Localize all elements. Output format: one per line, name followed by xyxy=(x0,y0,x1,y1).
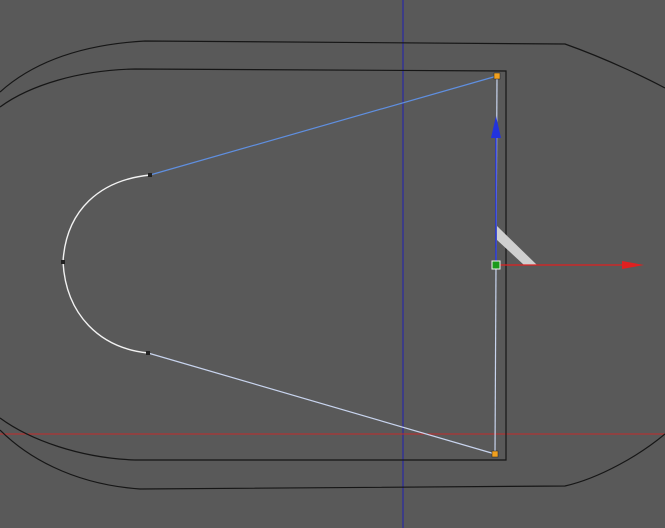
control-point-bottom-right[interactable] xyxy=(491,450,499,458)
selected-top-segment[interactable] xyxy=(149,75,498,176)
gizmo-pivot-square[interactable] xyxy=(491,260,501,270)
3d-viewport[interactable] xyxy=(0,0,665,528)
control-point-top-right[interactable] xyxy=(493,72,501,80)
arc-midpoint[interactable] xyxy=(61,260,65,264)
arc-endpoint-bottom[interactable] xyxy=(146,351,150,355)
gizmo-x-arrow-icon[interactable] xyxy=(622,261,644,269)
viewport-canvas[interactable] xyxy=(0,0,665,528)
transform-gizmo[interactable] xyxy=(491,116,644,270)
gizmo-y-arrow-icon[interactable] xyxy=(491,116,501,138)
arc-endpoint-top[interactable] xyxy=(148,173,152,177)
selected-arc[interactable] xyxy=(62,174,151,354)
selected-bottom-segment[interactable] xyxy=(147,352,496,455)
inner-slot-outline[interactable] xyxy=(0,68,507,461)
gizmo-plane-handle[interactable] xyxy=(497,226,537,265)
